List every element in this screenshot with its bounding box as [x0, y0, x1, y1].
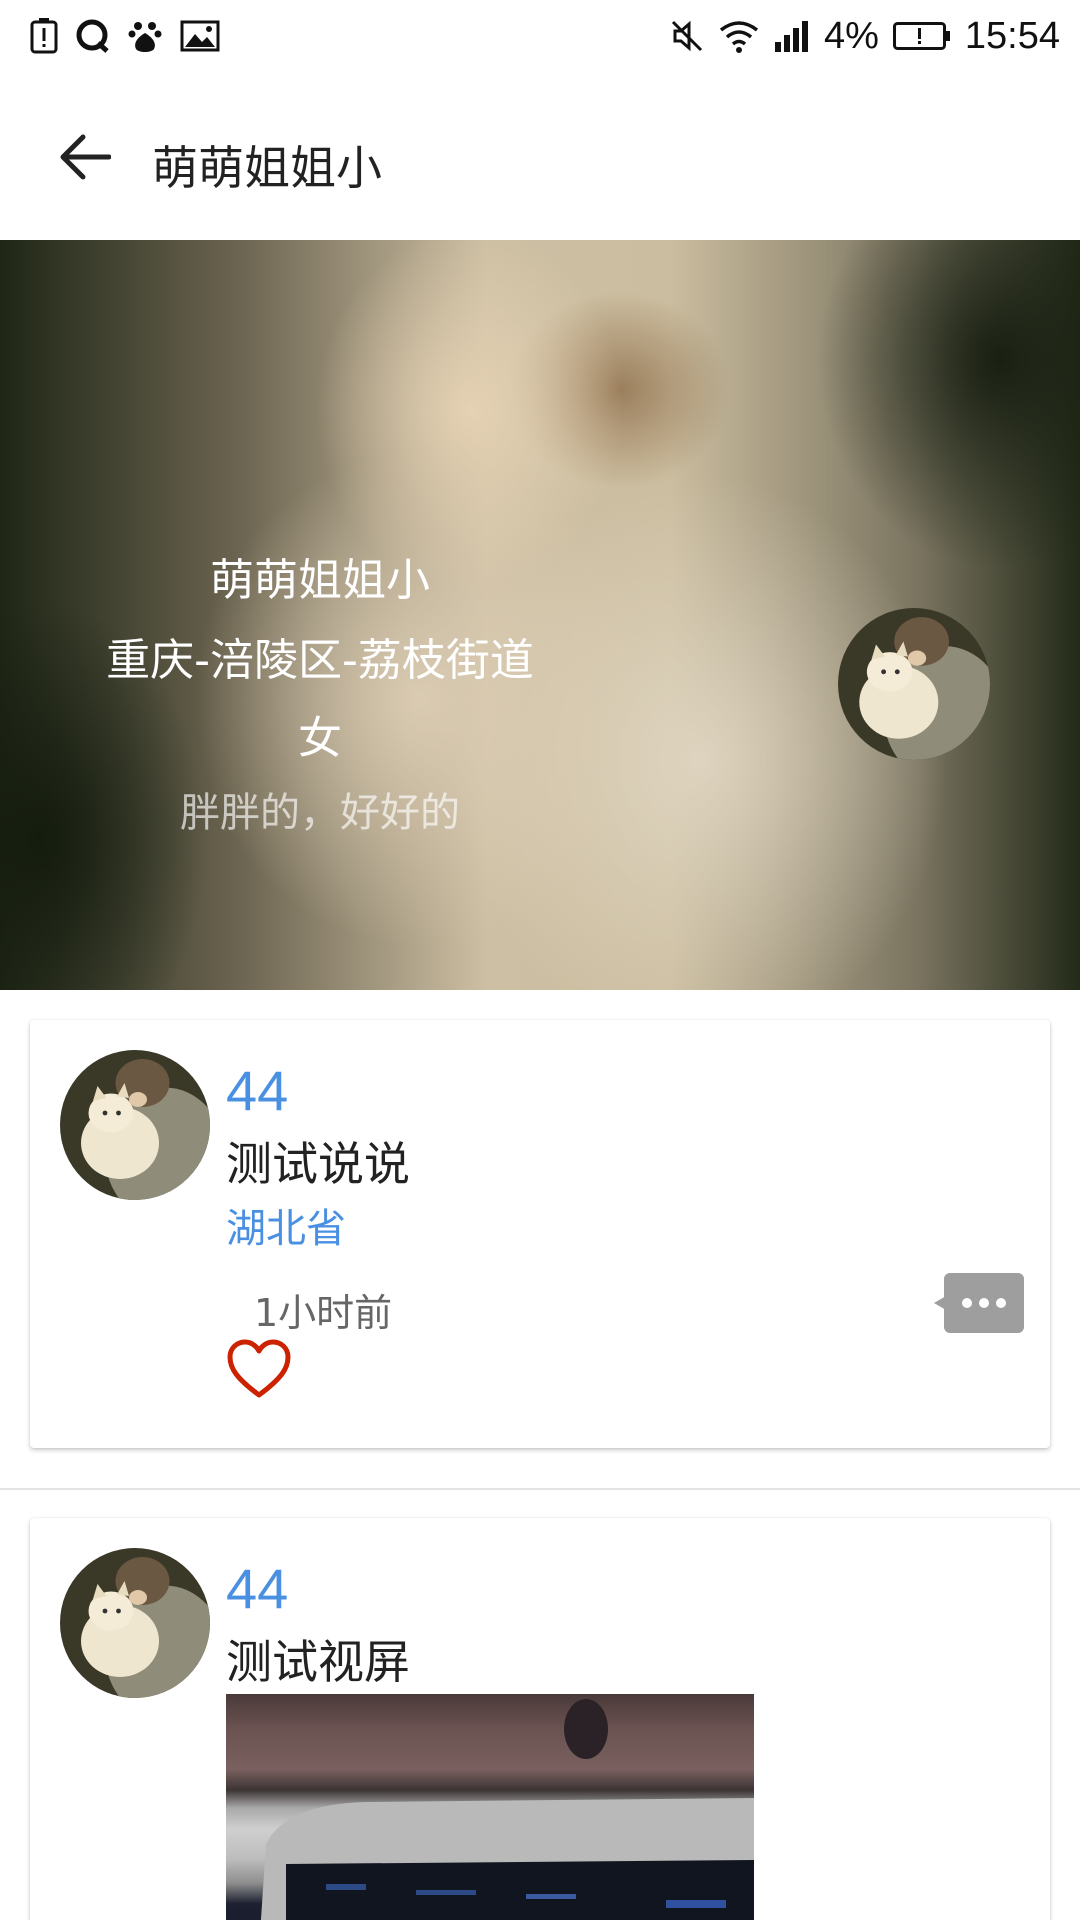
status-bar-left	[30, 16, 220, 56]
image-icon	[180, 20, 220, 52]
avatar-image	[60, 1050, 210, 1200]
more-dots-icon	[934, 1273, 1024, 1333]
profile-location: 重庆-涪陵区-荔枝街道	[106, 635, 534, 686]
post-card[interactable]: 44 测试说说 湖北省 1小时前	[30, 1020, 1050, 1448]
alert-icon	[30, 18, 58, 54]
post-text: 测试视屏	[226, 1635, 410, 1689]
post-avatar[interactable]	[60, 1050, 210, 1200]
profile-signature: 胖胖的，好好的	[180, 790, 460, 836]
clock: 15:54	[964, 14, 1060, 57]
profile-cover: 萌萌姐姐小 重庆-涪陵区-荔枝街道 女 胖胖的，好好的	[0, 240, 1080, 990]
avatar-image	[838, 608, 990, 760]
profile-gender: 女	[298, 713, 342, 764]
mute-icon	[670, 19, 704, 53]
post-text: 测试说说	[226, 1137, 410, 1191]
status-bar-right: 4% 15:54	[670, 12, 1060, 60]
post-time: 1小时前	[254, 1291, 393, 1335]
heart-icon	[227, 1339, 291, 1398]
battery-percent: 4%	[823, 14, 879, 57]
divider	[0, 1488, 1080, 1490]
battery-icon	[892, 22, 951, 50]
feed: 44 测试说说 湖北省 1小时前 44 测试视屏	[0, 990, 1080, 1920]
wifi-icon	[718, 19, 760, 53]
status-bar: 4% 15:54	[0, 0, 1080, 72]
like-button[interactable]	[226, 1338, 292, 1400]
profile-info: 萌萌姐姐小 重庆-涪陵区-荔枝街道 女 胖胖的，好好的	[0, 240, 640, 990]
more-options-button[interactable]	[934, 1272, 1024, 1334]
post-video-thumbnail[interactable]	[226, 1694, 754, 1920]
page-title: 萌萌姐姐小	[152, 141, 382, 195]
qq-icon	[76, 19, 110, 53]
post-author[interactable]: 44	[226, 1556, 288, 1621]
baidu-icon	[128, 19, 162, 53]
app-header: 萌萌姐姐小	[0, 72, 1080, 240]
post-location[interactable]: 湖北省	[226, 1196, 346, 1254]
profile-avatar[interactable]	[838, 608, 990, 760]
signal-icon	[774, 20, 810, 52]
back-arrow-icon	[60, 134, 111, 180]
profile-name: 萌萌姐姐小	[210, 555, 430, 606]
back-button[interactable]	[50, 122, 120, 192]
post-avatar[interactable]	[60, 1548, 210, 1698]
post-card[interactable]: 44 测试视屏	[30, 1518, 1050, 1920]
avatar-image	[60, 1548, 210, 1698]
post-author[interactable]: 44	[226, 1058, 288, 1123]
video-frame-image	[260, 1699, 754, 1920]
